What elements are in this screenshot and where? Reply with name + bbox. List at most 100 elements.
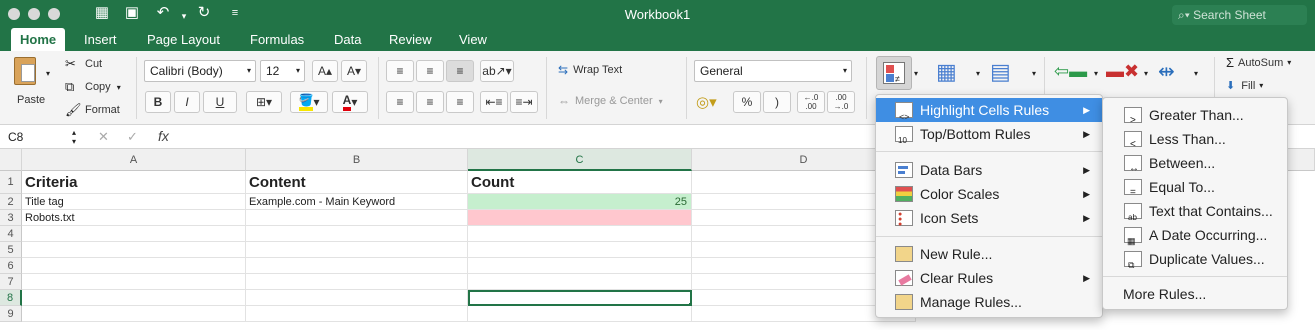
- insert-dropdown-icon[interactable]: ▾: [1094, 69, 1098, 78]
- submenu-less-than[interactable]: < Less Than...: [1103, 127, 1287, 151]
- tab-home[interactable]: Home: [11, 28, 66, 51]
- font-color-button[interactable]: A ▾: [332, 91, 368, 113]
- borders-button[interactable]: ⊞▾: [246, 91, 282, 113]
- menu-data-bars[interactable]: Data Bars ▶: [876, 158, 1102, 182]
- column-header-c[interactable]: C: [468, 149, 692, 171]
- format-cells-icon[interactable]: ⇹: [1158, 59, 1175, 84]
- select-all-corner[interactable]: [0, 149, 22, 171]
- align-bottom-button[interactable]: ≡: [446, 60, 474, 82]
- cell-a1[interactable]: Criteria: [22, 171, 246, 194]
- cell-b5[interactable]: [246, 242, 468, 258]
- cell-c5[interactable]: [468, 242, 692, 258]
- tab-view[interactable]: View: [450, 28, 496, 51]
- cell-b1[interactable]: Content: [246, 171, 468, 194]
- cell-b6[interactable]: [246, 258, 468, 274]
- align-center-button[interactable]: ≡: [416, 91, 444, 113]
- submenu-date-occurring[interactable]: ▦ A Date Occurring...: [1103, 223, 1287, 247]
- cell-a3[interactable]: Robots.txt: [22, 210, 246, 226]
- cell-a4[interactable]: [22, 226, 246, 242]
- increase-indent-button[interactable]: ≡⇥: [510, 91, 538, 113]
- align-middle-button[interactable]: ≡: [416, 60, 444, 82]
- percent-button[interactable]: %: [733, 91, 761, 113]
- submenu-equal-to[interactable]: = Equal To...: [1103, 175, 1287, 199]
- align-right-button[interactable]: ≡: [446, 91, 474, 113]
- wrap-text-button[interactable]: ⇆ Wrap Text: [558, 63, 622, 77]
- tab-formulas[interactable]: Formulas: [241, 28, 313, 51]
- cell-c2[interactable]: 25: [468, 194, 692, 210]
- tab-page-layout[interactable]: Page Layout: [138, 28, 229, 51]
- menu-highlight-cells-rules[interactable]: <> Highlight Cells Rules ▶: [876, 98, 1102, 122]
- cell-styles-dropdown-icon[interactable]: ▾: [1032, 69, 1036, 78]
- row-header-4[interactable]: 4: [0, 226, 22, 242]
- cell-a8[interactable]: [22, 290, 246, 306]
- search-sheet-input[interactable]: ⌕▾ Search Sheet: [1172, 5, 1307, 25]
- tab-insert[interactable]: Insert: [75, 28, 126, 51]
- submenu-greater-than[interactable]: > Greater Than...: [1103, 103, 1287, 127]
- orientation-button[interactable]: ab↗▾: [480, 60, 514, 82]
- cell-a7[interactable]: [22, 274, 246, 290]
- fill-button[interactable]: ⬇ Fill ▾: [1226, 79, 1263, 93]
- column-header-b[interactable]: B: [246, 149, 468, 171]
- cell-a2[interactable]: Title tag: [22, 194, 246, 210]
- cell-a6[interactable]: [22, 258, 246, 274]
- paste-dropdown-icon[interactable]: ▾: [46, 69, 50, 78]
- format-as-table-dropdown-icon[interactable]: ▾: [976, 69, 980, 78]
- align-left-button[interactable]: ≡: [386, 91, 414, 113]
- copy-button[interactable]: ⧉ Copy ▾: [65, 78, 121, 96]
- cell-c7[interactable]: [468, 274, 692, 290]
- column-header-a[interactable]: A: [22, 149, 246, 171]
- merge-center-button[interactable]: ⇔ Merge & Center ▾: [558, 94, 663, 108]
- cell-c6[interactable]: [468, 258, 692, 274]
- increase-decimal-button[interactable]: ←.0 .00: [797, 91, 825, 113]
- menu-new-rule[interactable]: New Rule...: [876, 242, 1102, 266]
- format-as-table-icon[interactable]: ▦: [936, 59, 957, 85]
- menu-clear-rules[interactable]: Clear Rules ▶: [876, 266, 1102, 290]
- decrease-decimal-button[interactable]: .00 →.0: [827, 91, 855, 113]
- menu-icon-sets[interactable]: ● ● ● Icon Sets ▶: [876, 206, 1102, 230]
- format-dropdown-icon[interactable]: ▾: [1194, 69, 1198, 78]
- menu-manage-rules[interactable]: Manage Rules...: [876, 290, 1102, 314]
- cell-b4[interactable]: [246, 226, 468, 242]
- menu-color-scales[interactable]: Color Scales ▶: [876, 182, 1102, 206]
- menu-top-bottom-rules[interactable]: 10 Top/Bottom Rules ▶: [876, 122, 1102, 146]
- italic-button[interactable]: I: [174, 91, 200, 113]
- fill-color-button[interactable]: 🪣 ▾: [290, 91, 328, 113]
- accounting-format-icon[interactable]: ◎▾: [696, 93, 717, 111]
- cancel-icon[interactable]: ✕: [98, 129, 109, 145]
- cell-a9[interactable]: [22, 306, 246, 322]
- cell-b7[interactable]: [246, 274, 468, 290]
- row-header-7[interactable]: 7: [0, 274, 22, 290]
- decrease-font-size-button[interactable]: A▾: [341, 60, 367, 82]
- cut-button[interactable]: ✂ Cut: [65, 55, 102, 73]
- cell-b3[interactable]: [246, 210, 468, 226]
- cell-c3[interactable]: [468, 210, 692, 226]
- increase-font-size-button[interactable]: A▴: [312, 60, 338, 82]
- insert-function-icon[interactable]: fx: [158, 128, 169, 144]
- delete-cells-icon[interactable]: ▬✖: [1106, 61, 1139, 82]
- submenu-duplicate-values[interactable]: ⧉ Duplicate Values...: [1103, 247, 1287, 271]
- row-header-2[interactable]: 2: [0, 194, 22, 210]
- row-header-3[interactable]: 3: [0, 210, 22, 226]
- submenu-text-contains[interactable]: ab Text that Contains...: [1103, 199, 1287, 223]
- decrease-indent-button[interactable]: ⇤≡: [480, 91, 508, 113]
- font-name-select[interactable]: Calibri (Body) ▾: [144, 60, 256, 82]
- tab-review[interactable]: Review: [380, 28, 441, 51]
- bold-button[interactable]: B: [145, 91, 171, 113]
- cell-b9[interactable]: [246, 306, 468, 322]
- cell-c8-selected[interactable]: [468, 290, 692, 306]
- conditional-formatting-button[interactable]: ≠: [876, 56, 912, 90]
- cell-styles-icon[interactable]: ▤: [990, 59, 1011, 85]
- cell-c9[interactable]: [468, 306, 692, 322]
- row-header-9[interactable]: 9: [0, 306, 22, 322]
- autosum-button[interactable]: Σ AutoSum ▾: [1226, 55, 1291, 70]
- insert-cells-icon[interactable]: ⇦▬: [1054, 61, 1087, 82]
- row-header-6[interactable]: 6: [0, 258, 22, 274]
- cell-a5[interactable]: [22, 242, 246, 258]
- cell-b8[interactable]: [246, 290, 468, 306]
- cell-c4[interactable]: [468, 226, 692, 242]
- number-format-select[interactable]: General ▾: [694, 60, 852, 82]
- underline-button[interactable]: U: [203, 91, 237, 113]
- align-top-button[interactable]: ≡: [386, 60, 414, 82]
- enter-icon[interactable]: ✓: [127, 129, 138, 145]
- tab-data[interactable]: Data: [325, 28, 370, 51]
